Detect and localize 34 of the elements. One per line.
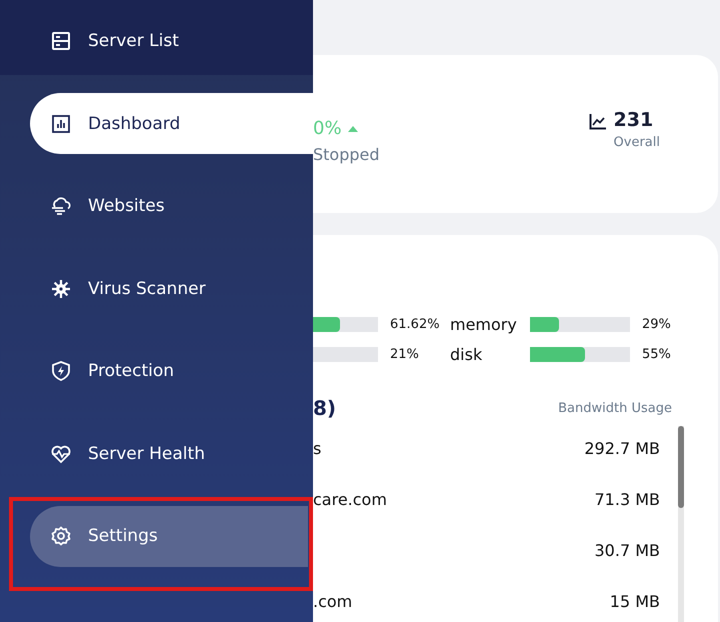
usage-percent: 21% — [390, 346, 419, 362]
status-label: Stopped — [313, 145, 380, 164]
usage-percent: 29% — [642, 316, 671, 332]
bandwidth-value: 292.7 MB — [584, 439, 660, 458]
line-chart-icon — [588, 114, 606, 130]
resource-name: memory — [450, 314, 518, 334]
bandwidth-value: 15 MB — [610, 592, 660, 611]
bandwidth-value: 71.3 MB — [594, 490, 660, 509]
column-label: Bandwidth Usage — [558, 400, 672, 416]
usage-percent: 55% — [642, 346, 671, 362]
nav-item[interactable]: Websites — [30, 176, 313, 237]
shield-icon — [51, 361, 71, 382]
nav-item[interactable]: Virus Scanner — [30, 258, 313, 320]
section-heading: 8) — [313, 396, 336, 420]
usage-percent: 61.62% — [390, 316, 440, 332]
nav-item[interactable]: Dashboard — [30, 93, 313, 154]
total-count: 231 — [614, 108, 654, 130]
website-name: care.com — [313, 490, 387, 509]
heart-pulse-icon — [51, 444, 71, 464]
scrollbar[interactable] — [678, 426, 684, 622]
nav-item[interactable]: Settings — [30, 506, 308, 567]
total-label: Overall — [614, 134, 660, 150]
website-name: .com — [313, 592, 352, 611]
settings-icon — [51, 526, 71, 546]
website-name: s — [313, 439, 322, 458]
nav-item[interactable]: Server Health — [30, 423, 313, 484]
bandwidth-value: 30.7 MB — [594, 541, 660, 560]
percent-value: 0% — [313, 118, 342, 139]
nav-item[interactable]: Protection — [30, 340, 313, 402]
resource-name: disk — [450, 344, 484, 364]
virus-icon — [51, 278, 71, 299]
bar-chart-icon — [51, 114, 71, 134]
server-icon — [51, 31, 71, 52]
cloud-icon — [51, 196, 71, 216]
